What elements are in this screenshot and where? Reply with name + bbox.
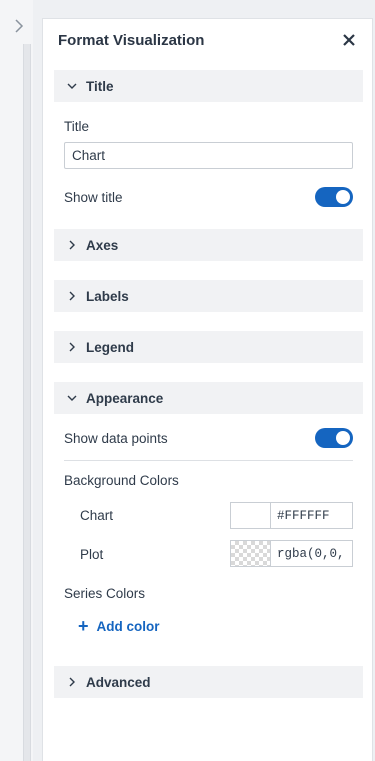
rail-divider	[23, 44, 31, 761]
show-data-points-row: Show data points	[64, 426, 353, 450]
section-legend-label: Legend	[86, 339, 135, 355]
series-colors-label: Series Colors	[64, 586, 146, 601]
expand-panel-button[interactable]	[11, 18, 27, 34]
background-colors-label: Background Colors	[64, 473, 179, 488]
left-rail	[0, 0, 33, 761]
section-legend-header[interactable]: Legend	[54, 331, 363, 363]
add-color-button[interactable]: + Add color	[78, 617, 160, 635]
toggle-knob	[336, 190, 350, 204]
chevron-right-icon	[66, 239, 78, 251]
add-color-label: Add color	[96, 618, 160, 634]
chart-color-label: Chart	[80, 508, 114, 523]
plus-icon: +	[78, 616, 89, 636]
plot-color-picker[interactable]: rgba(0,0,	[230, 540, 353, 567]
chevron-right-icon	[15, 19, 24, 33]
close-button[interactable]	[340, 31, 358, 49]
section-advanced-label: Advanced	[86, 674, 151, 690]
show-title-toggle[interactable]	[315, 187, 353, 207]
appearance-divider	[64, 460, 353, 461]
format-visualization-panel: Format Visualization Title Title Show ti…	[42, 18, 373, 761]
chevron-down-icon	[66, 392, 78, 404]
chart-color-value[interactable]: #FFFFFF	[271, 503, 352, 528]
title-field-label: Title	[64, 119, 90, 134]
plot-color-value[interactable]: rgba(0,0,	[271, 541, 352, 566]
section-appearance-label: Appearance	[86, 390, 164, 406]
chevron-right-icon	[66, 676, 78, 688]
close-icon	[343, 34, 355, 46]
section-axes-header[interactable]: Axes	[54, 229, 363, 261]
show-title-row: Show title	[64, 185, 353, 209]
plot-color-swatch[interactable]	[231, 541, 271, 566]
section-axes-label: Axes	[86, 237, 119, 253]
plot-color-label: Plot	[80, 547, 104, 562]
chevron-right-icon	[66, 341, 78, 353]
panel-header: Format Visualization	[43, 19, 372, 61]
show-data-points-toggle[interactable]	[315, 428, 353, 448]
toggle-knob	[336, 431, 350, 445]
chart-color-swatch[interactable]	[231, 503, 271, 528]
section-title-label: Title	[86, 78, 114, 94]
chevron-right-icon	[66, 290, 78, 302]
section-appearance-header[interactable]: Appearance	[54, 382, 363, 414]
show-title-label: Show title	[64, 189, 123, 205]
section-title-header[interactable]: Title	[54, 70, 363, 102]
show-data-points-label: Show data points	[64, 430, 168, 446]
title-input[interactable]	[64, 142, 353, 169]
chevron-down-icon	[66, 80, 78, 92]
section-labels-label: Labels	[86, 288, 129, 304]
section-advanced-header[interactable]: Advanced	[54, 666, 363, 698]
panel-title: Format Visualization	[58, 31, 205, 49]
chart-color-picker[interactable]: #FFFFFF	[230, 502, 353, 529]
section-labels-header[interactable]: Labels	[54, 280, 363, 312]
